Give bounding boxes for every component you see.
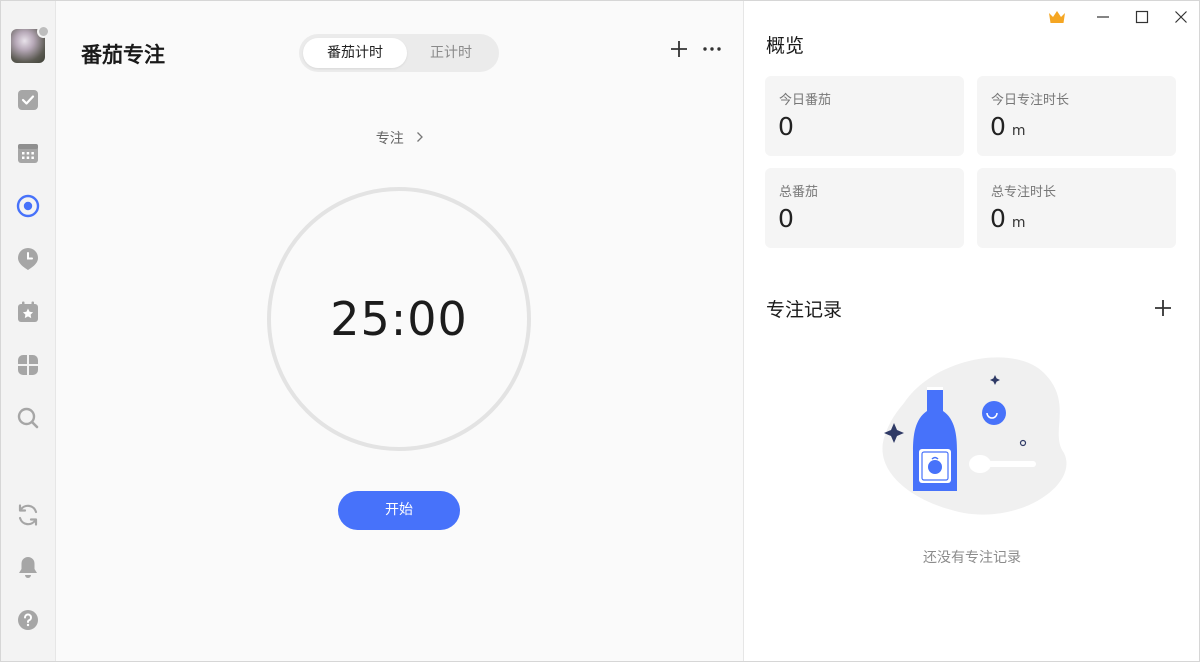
- stat-label: 今日番茄: [779, 93, 832, 108]
- countdown-icon[interactable]: [15, 299, 41, 325]
- crown-icon[interactable]: [1048, 9, 1066, 25]
- stat-value: 0: [990, 112, 1006, 141]
- stat-today-pomos: 今日番茄 0: [765, 76, 964, 156]
- stat-today-duration: 今日专注时长 0m: [977, 76, 1176, 156]
- close-icon[interactable]: [1172, 9, 1190, 25]
- app-window: 番茄专注 番茄计时 正计时 专注 25:00 开始 概览 今日番茄 0 今日专注…: [0, 0, 1200, 662]
- more-icon[interactable]: [701, 39, 723, 59]
- minimize-icon[interactable]: [1094, 9, 1112, 25]
- focus-selector[interactable]: 专注: [57, 128, 743, 148]
- page-title: 番茄专注: [81, 43, 165, 67]
- stat-label: 总专注时长: [991, 185, 1057, 200]
- chevron-right-icon: [416, 131, 424, 147]
- stat-unit: m: [1011, 215, 1026, 231]
- stat-unit: m: [1011, 123, 1026, 139]
- stat-value: 0: [778, 112, 794, 141]
- empty-records-text: 还没有专注记录: [923, 550, 1021, 566]
- start-button[interactable]: 开始: [338, 491, 460, 530]
- stat-value: 0: [990, 204, 1006, 233]
- calendar-icon[interactable]: [15, 140, 41, 166]
- overview-title: 概览: [766, 35, 805, 57]
- search-icon[interactable]: [15, 405, 41, 431]
- timer-display: 25:00: [330, 292, 468, 346]
- help-icon[interactable]: [15, 607, 41, 633]
- add-record-icon[interactable]: [1153, 298, 1173, 318]
- records-title: 专注记录: [766, 299, 843, 321]
- stat-total-duration: 总专注时长 0m: [977, 168, 1176, 248]
- tab-pomodoro[interactable]: 番茄计时: [303, 38, 407, 68]
- habit-icon[interactable]: [15, 246, 41, 272]
- main-panel: 番茄专注 番茄计时 正计时 专注 25:00 开始: [57, 1, 743, 661]
- add-icon[interactable]: [669, 39, 689, 59]
- focus-label: 专注: [375, 131, 404, 147]
- sidebar: [1, 1, 56, 661]
- task-check-icon[interactable]: [15, 87, 41, 113]
- avatar-badge-icon: [37, 25, 50, 38]
- empty-records-illustration: [874, 353, 1074, 523]
- stats-panel: 概览 今日番茄 0 今日专注时长 0m 总番茄 0 总专注时长 0m 专注记录: [743, 1, 1199, 661]
- stat-value: 0: [778, 204, 794, 233]
- matrix-icon[interactable]: [15, 352, 41, 378]
- stat-label: 总番茄: [779, 185, 819, 200]
- stat-label: 今日专注时长: [991, 93, 1070, 108]
- maximize-icon[interactable]: [1133, 9, 1151, 25]
- sync-icon[interactable]: [15, 502, 41, 528]
- pomodoro-icon[interactable]: [15, 193, 41, 219]
- tab-stopwatch[interactable]: 正计时: [399, 38, 503, 68]
- timer-ring: 25:00: [267, 187, 531, 451]
- bell-icon[interactable]: [15, 554, 41, 580]
- timer-mode-switch: 番茄计时 正计时: [299, 34, 499, 72]
- stat-total-pomos: 总番茄 0: [765, 168, 964, 248]
